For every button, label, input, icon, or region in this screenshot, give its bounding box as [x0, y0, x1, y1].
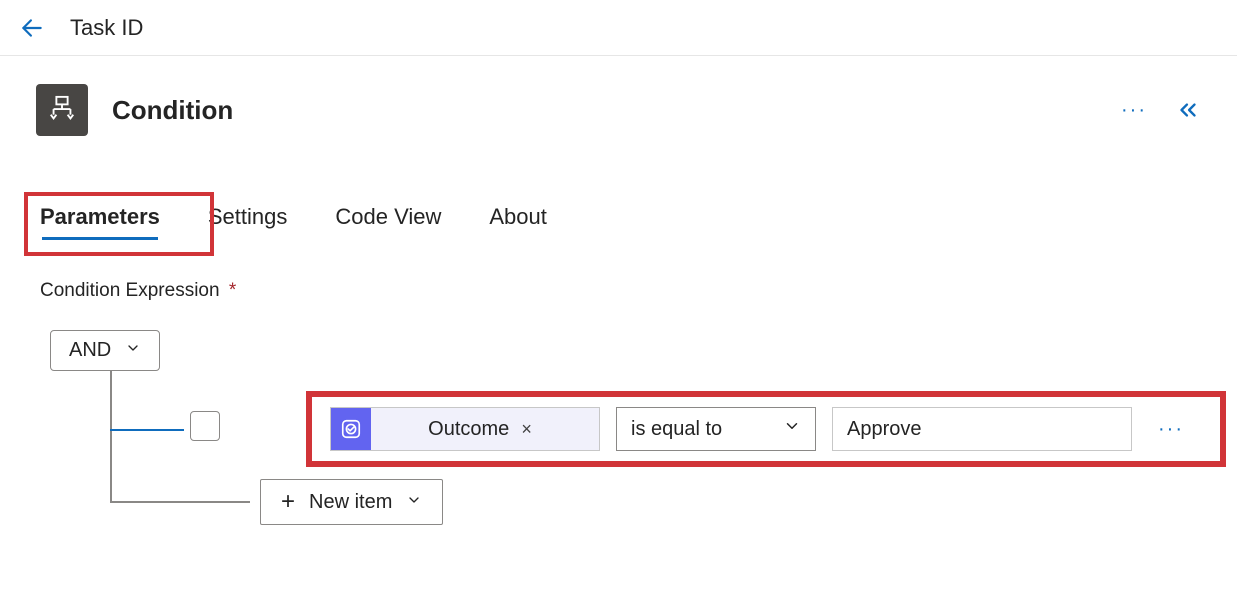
top-bar: Task ID [0, 0, 1237, 56]
node-title: Condition [112, 95, 233, 126]
new-item-label: New item [309, 491, 392, 514]
operator-dropdown[interactable]: is equal to [616, 407, 816, 451]
tabs: Parameters Settings Code View About [0, 136, 1237, 238]
chevron-down-icon [125, 339, 141, 362]
collapse-button[interactable] [1175, 97, 1201, 123]
tab-about[interactable]: About [489, 204, 547, 238]
header-actions: ··· [1121, 97, 1201, 123]
condition-tree: AND Outcome × [0, 302, 1237, 371]
condition-fields: Outcome × is equal to ··· [330, 407, 1184, 451]
condition-node-icon [36, 84, 88, 136]
condition-expression-label: Condition Expression [40, 280, 220, 301]
chevron-double-left-icon [1175, 97, 1201, 123]
dynamic-content-icon [331, 408, 371, 450]
plus-icon: + [281, 488, 295, 516]
tree-horizontal-line-1 [110, 429, 184, 431]
section-label: Condition Expression * [0, 238, 1237, 302]
tree-vertical-line [110, 371, 112, 503]
arrow-left-icon [19, 15, 45, 41]
logic-operator-label: AND [69, 339, 111, 362]
logic-operator-dropdown[interactable]: AND [50, 330, 160, 371]
more-button[interactable]: ··· [1121, 100, 1147, 120]
card-header: Condition ··· [0, 56, 1237, 136]
remove-token-button[interactable]: × [521, 419, 532, 440]
required-mark: * [229, 280, 236, 301]
chevron-down-icon [406, 491, 422, 514]
value-input[interactable] [832, 407, 1132, 451]
row-more-button[interactable]: ··· [1158, 418, 1184, 441]
tab-parameters[interactable]: Parameters [40, 204, 160, 238]
tab-settings[interactable]: Settings [208, 204, 288, 238]
condition-row [190, 411, 220, 441]
field-name-text: Outcome [428, 418, 509, 441]
tab-codeview[interactable]: Code View [335, 204, 441, 238]
condition-icon [47, 95, 77, 125]
operator-label: is equal to [631, 418, 722, 441]
page-title: Task ID [70, 15, 143, 41]
row-checkbox[interactable] [190, 411, 220, 441]
new-item-button[interactable]: + New item [260, 479, 443, 525]
field-token-label: Outcome × [371, 408, 599, 450]
tree-horizontal-line-2 [110, 501, 250, 503]
field-token[interactable]: Outcome × [330, 407, 600, 451]
chevron-down-icon [783, 417, 801, 441]
back-button[interactable] [16, 12, 48, 44]
